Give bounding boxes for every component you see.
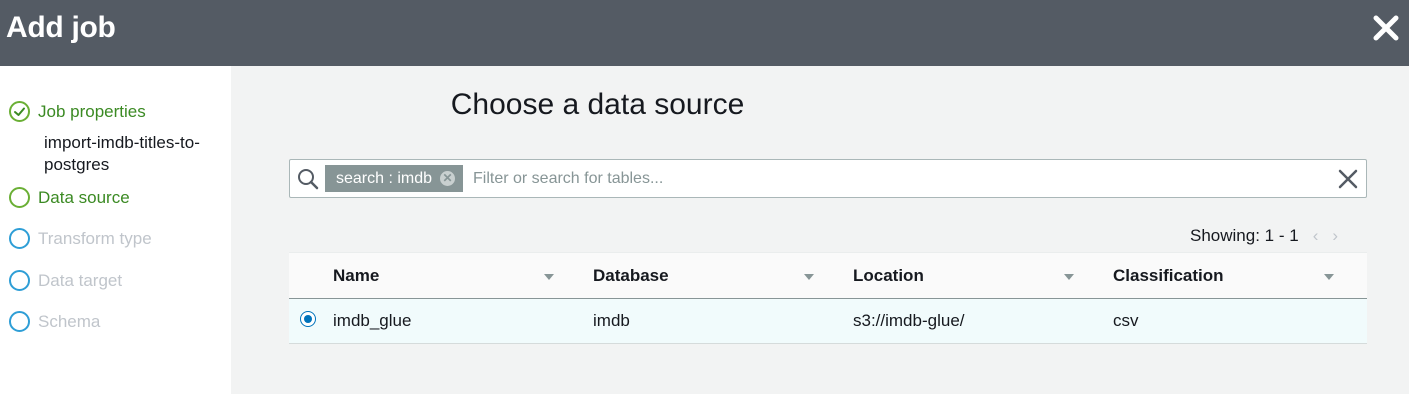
circle-icon <box>9 228 30 249</box>
filter-token-label: search : imdb <box>336 170 433 187</box>
cell-name: imdb_glue <box>333 311 412 330</box>
table-row[interactable]: imdb_glue imdb s3://imdb-glue/ csv <box>289 299 1367 344</box>
circle-icon <box>9 270 30 291</box>
step-transform-type[interactable]: Transform type <box>9 228 152 249</box>
filter-token: search : imdb ✕ <box>325 165 464 192</box>
page-title: Choose a data source <box>450 88 745 121</box>
remove-token-icon[interactable]: ✕ <box>440 171 456 186</box>
close-button[interactable] <box>1370 12 1402 44</box>
search-input[interactable] <box>473 167 1313 191</box>
row-select-radio[interactable] <box>300 311 316 327</box>
modal-title: Add job <box>6 11 116 44</box>
sort-caret-icon[interactable] <box>544 274 554 280</box>
cell-database: imdb <box>593 311 630 330</box>
column-header-database[interactable]: Database <box>593 253 669 299</box>
job-name-summary: import-imdb-titles-to-postgres <box>44 133 200 174</box>
close-icon <box>1373 15 1399 41</box>
prev-page-icon[interactable]: ‹ <box>1313 226 1319 246</box>
circle-icon <box>9 311 30 332</box>
pagination-status: Showing: 1 - 1 <box>1190 226 1299 245</box>
cell-classification: csv <box>1113 311 1139 330</box>
sort-caret-icon[interactable] <box>1324 274 1334 280</box>
column-header-name[interactable]: Name <box>333 253 379 299</box>
pagination: Showing: 1 - 1 ‹ › <box>1190 226 1338 246</box>
clear-search-icon[interactable] <box>1337 168 1359 190</box>
sort-caret-icon[interactable] <box>804 274 814 280</box>
next-page-icon[interactable]: › <box>1332 226 1338 246</box>
search-icon <box>298 169 319 190</box>
step-schema[interactable]: Schema <box>9 311 100 332</box>
sort-caret-icon[interactable] <box>1064 274 1074 280</box>
column-header-classification[interactable]: Classification <box>1113 253 1224 299</box>
data-source-table: Name Database Location Classification im… <box>289 252 1367 344</box>
table-search-bar[interactable]: search : imdb ✕ <box>289 159 1367 198</box>
modal-header: Add job <box>0 0 1409 66</box>
column-header-location[interactable]: Location <box>853 253 924 299</box>
circle-icon <box>9 187 30 208</box>
step-label: Transform type <box>38 228 152 248</box>
step-label: Data source <box>38 187 130 207</box>
step-label: Data target <box>38 270 123 290</box>
cell-location: s3://imdb-glue/ <box>853 311 965 330</box>
table-header: Name Database Location Classification <box>289 252 1367 299</box>
step-data-source[interactable]: Data source <box>9 187 130 208</box>
step-data-target[interactable]: Data target <box>9 270 122 291</box>
step-label: Schema <box>38 311 101 331</box>
